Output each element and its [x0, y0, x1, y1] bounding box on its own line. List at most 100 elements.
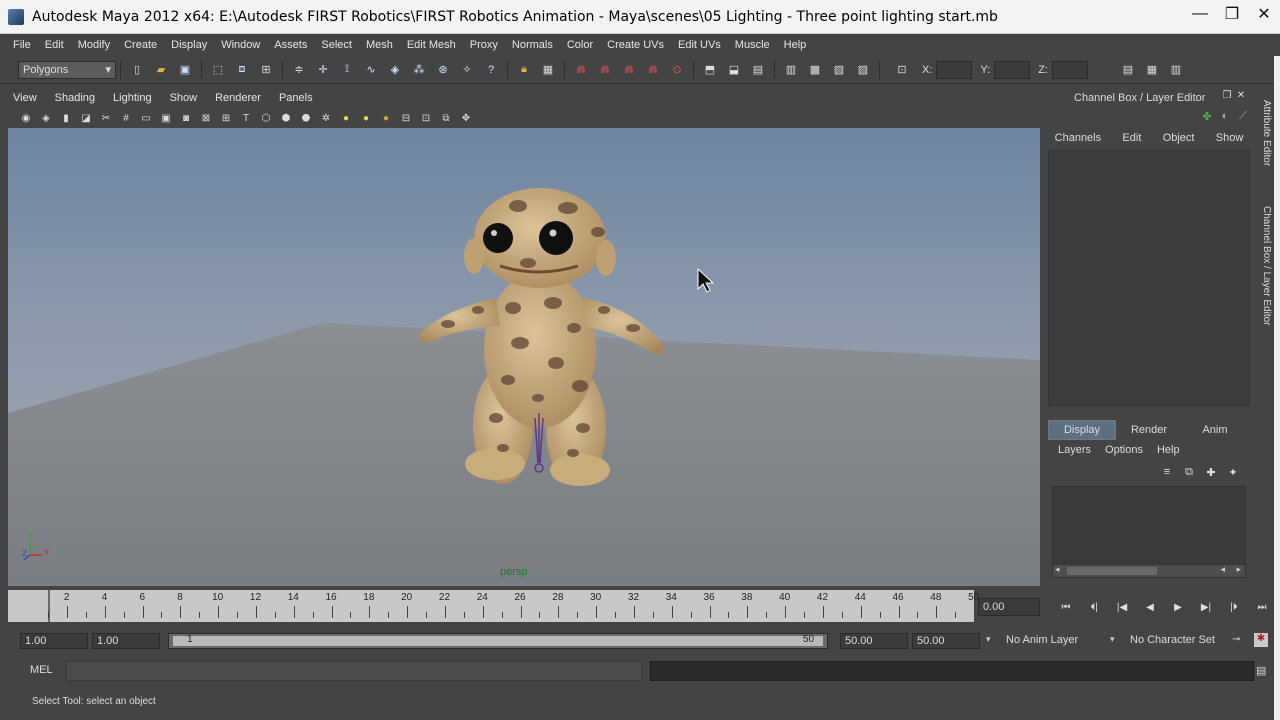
three-d-paint-icon[interactable]: ✥ [458, 110, 474, 126]
field-chart-icon[interactable]: ⊠ [198, 110, 214, 126]
construction-history-icon[interactable]: ▤ [749, 61, 767, 79]
save-scene-icon[interactable]: ▣ [176, 61, 194, 79]
frame-selection-icon[interactable]: ⧉ [438, 110, 454, 126]
camera-attributes-icon[interactable]: ◈ [38, 110, 54, 126]
menu-create[interactable]: Create [124, 39, 157, 51]
current-time-field[interactable]: 0.00 [978, 598, 1040, 616]
select-component-icon[interactable]: ⊞ [257, 61, 275, 79]
time-slider[interactable]: 2 4 6 8 10 12 14 16 18 20 22 24 26 28 30 32 34 36 38 40 42 44… [8, 590, 979, 622]
grid-icon[interactable]: # [118, 110, 134, 126]
panel-menu-shading[interactable]: Shading [55, 92, 95, 104]
channel-box-menu-show[interactable]: Show [1216, 132, 1244, 144]
render-view-icon[interactable]: ▥ [782, 61, 800, 79]
close-panel-icon[interactable]: ✕ [1234, 90, 1248, 104]
channel-box-tab[interactable]: Channel Box / Layer Editor [1258, 206, 1272, 326]
go-to-start-button[interactable]: ⏮ [1052, 598, 1080, 616]
perspective-viewport[interactable]: persp y z x [8, 128, 1040, 586]
create-layer-from-selected-icon[interactable]: ✦ [1222, 466, 1244, 482]
play-backwards-button[interactable]: ◀ [1136, 598, 1164, 616]
create-empty-layer-icon[interactable]: ✚ [1200, 466, 1222, 482]
y-field[interactable] [994, 60, 1031, 79]
snap-point-icon[interactable]: ⋒ [620, 61, 638, 79]
float-panel-icon[interactable]: ❐ [1220, 90, 1234, 104]
select-deformations-icon[interactable]: ◈ [386, 61, 404, 79]
render-settings-icon[interactable]: ▨ [854, 61, 872, 79]
wireframe-on-shaded-icon[interactable]: ⬣ [298, 110, 314, 126]
default-lighting-icon[interactable]: ● [338, 110, 354, 126]
start-time-field[interactable]: 1.00 [20, 633, 88, 649]
snap-curve-icon[interactable]: ⋒ [596, 61, 614, 79]
script-editor-icon[interactable]: ▤ [1256, 664, 1268, 677]
menu-help[interactable]: Help [784, 39, 807, 51]
anim-layer-field[interactable]: No Anim Layer [1006, 634, 1078, 646]
open-scene-icon[interactable]: ▰ [152, 61, 170, 79]
playback-end-field[interactable]: 50.00 [840, 633, 908, 649]
wireframe-icon[interactable]: ⬡ [258, 110, 274, 126]
character-set-field[interactable]: No Character Set [1130, 634, 1215, 646]
go-to-end-button[interactable]: ⏭ [1248, 598, 1276, 616]
menu-assets[interactable]: Assets [274, 39, 307, 51]
channel-box-layer-both-icon[interactable]: ⟋ [1234, 110, 1252, 126]
range-slider-track[interactable] [173, 636, 823, 646]
select-object-icon[interactable]: ⧈ [233, 61, 251, 79]
show-attribute-editor-icon[interactable]: ▤ [1119, 61, 1137, 79]
x-field[interactable] [936, 60, 973, 79]
menu-muscle[interactable]: Muscle [735, 39, 770, 51]
channel-box-menu-edit[interactable]: Edit [1122, 132, 1141, 144]
isolate-select-icon[interactable]: ⊟ [398, 110, 414, 126]
select-joints-icon[interactable]: ⟟ [338, 61, 356, 79]
menu-mesh[interactable]: Mesh [366, 39, 393, 51]
channel-box-mode-icon[interactable]: ✤ [1198, 110, 1216, 126]
range-slider[interactable]: 1 50 [168, 633, 828, 649]
step-forward-key-button[interactable]: |⏵ [1220, 598, 1248, 616]
end-time-field[interactable]: 50.00 [912, 633, 980, 649]
panel-menu-renderer[interactable]: Renderer [215, 92, 261, 104]
xray-icon[interactable]: ✲ [318, 110, 334, 126]
panel-menu-lighting[interactable]: Lighting [113, 92, 152, 104]
menu-display[interactable]: Display [171, 39, 207, 51]
channel-box-menu-channels[interactable]: Channels [1055, 132, 1101, 144]
mask-icon[interactable]: ≑ [290, 61, 308, 79]
resolution-gate-icon[interactable]: ▣ [158, 110, 174, 126]
transform-mode-icon[interactable]: ⊡ [893, 61, 911, 79]
menu-file[interactable]: File [13, 39, 31, 51]
ipr-render-icon[interactable]: ▧ [830, 61, 848, 79]
menu-proxy[interactable]: Proxy [470, 39, 498, 51]
select-dynamics-icon[interactable]: ⁂ [410, 61, 428, 79]
make-live-icon[interactable]: ⊙ [668, 61, 686, 79]
safe-action-icon[interactable]: ⊞ [218, 110, 234, 126]
panel-menu-view[interactable]: View [13, 92, 37, 104]
shadows-icon[interactable]: ● [378, 110, 394, 126]
layer-menu-layers[interactable]: Layers [1058, 444, 1091, 456]
anim-layer-dropdown-icon[interactable]: ▾ [986, 634, 991, 645]
snap-grid-icon[interactable]: ⋒ [572, 61, 590, 79]
attribute-editor-tab[interactable]: Attribute Editor [1258, 100, 1272, 166]
show-channel-box-icon[interactable]: ▥ [1167, 61, 1185, 79]
menu-color[interactable]: Color [567, 39, 593, 51]
film-gate-icon[interactable]: ▭ [138, 110, 154, 126]
image-plane-icon[interactable]: ◪ [78, 110, 94, 126]
layer-menu-options[interactable]: Options [1105, 444, 1143, 456]
animation-prefs-icon[interactable]: ✱ [1254, 633, 1268, 647]
move-layer-up-icon[interactable]: ≡ [1156, 466, 1178, 482]
menu-window[interactable]: Window [221, 39, 260, 51]
select-misc-icon[interactable]: ✧ [458, 61, 476, 79]
two-d-pan-icon[interactable]: ✂ [98, 110, 114, 126]
lock-selection-icon[interactable]: 🔒︎ [515, 61, 533, 79]
minimize-button[interactable]: — [1184, 0, 1216, 28]
menu-normals[interactable]: Normals [512, 39, 553, 51]
new-scene-icon[interactable]: ▯ [128, 61, 146, 79]
scrollbar-thumb[interactable] [1067, 567, 1157, 575]
select-camera-icon[interactable]: ◉ [18, 110, 34, 126]
select-rendering-icon[interactable]: ⊛ [434, 61, 452, 79]
layer-editor-mode-icon[interactable]: ◐ [1216, 110, 1234, 126]
playback-start-field[interactable]: 1.00 [92, 633, 160, 649]
menu-set-dropdown[interactable]: Polygons ▾ [18, 60, 116, 79]
z-field[interactable] [1051, 60, 1088, 79]
step-back-key-button[interactable]: ⏴| [1080, 598, 1108, 616]
channel-box-area[interactable] [1048, 150, 1250, 406]
panel-menu-panels[interactable]: Panels [279, 92, 313, 104]
bookmarks-icon[interactable]: ▮ [58, 110, 74, 126]
move-layer-down-icon[interactable]: ⧉ [1178, 466, 1200, 482]
tab-render[interactable]: Render [1116, 420, 1182, 440]
